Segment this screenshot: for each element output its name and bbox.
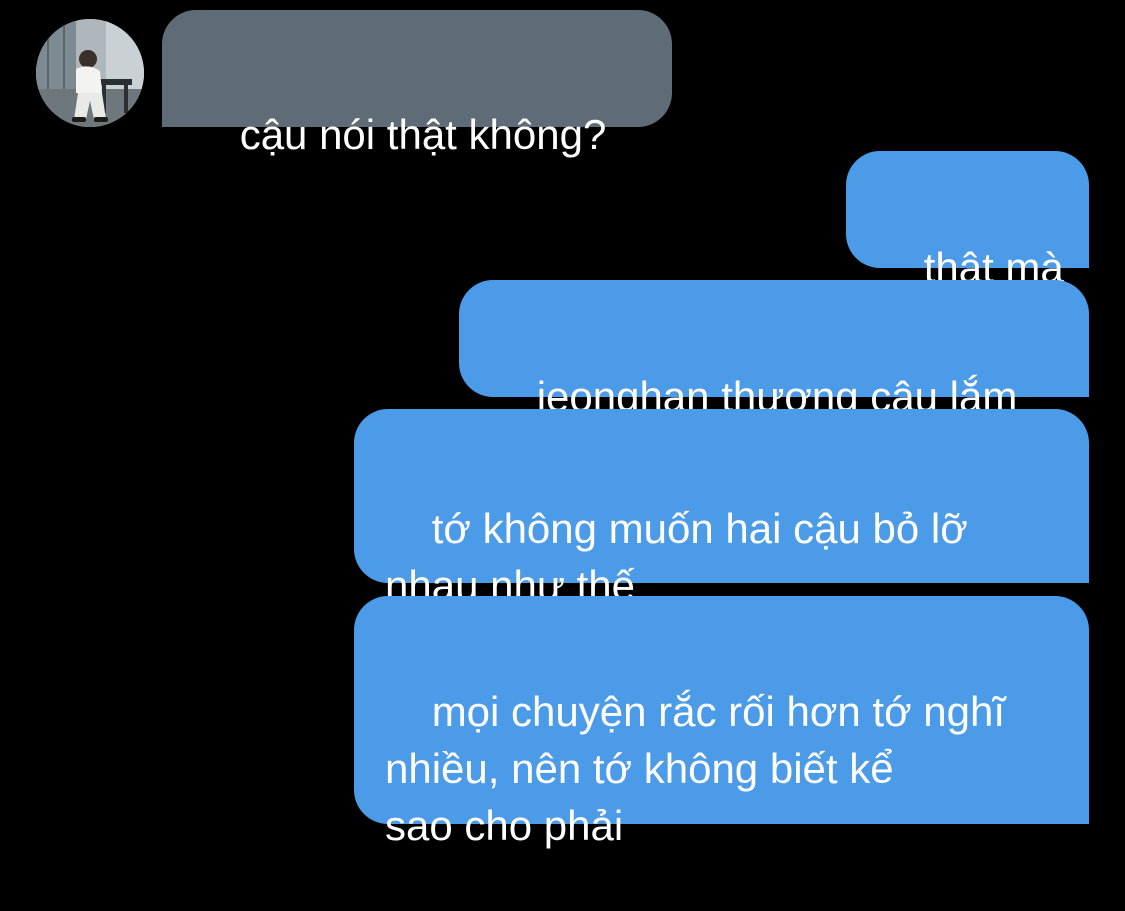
message-bubble-incoming[interactable]: cậu nói thật không? — [162, 10, 672, 158]
person-photo-icon — [36, 19, 144, 127]
message-text: mọi chuyện rắc rối hơn tớ nghĩ nhiều, nê… — [385, 688, 1006, 849]
message-bubble-outgoing[interactable]: thật mà — [846, 151, 1089, 291]
message-text: cậu nói thật không? — [239, 111, 607, 158]
message-bubble-outgoing[interactable]: mọi chuyện rắc rối hơn tớ nghĩ nhiều, nê… — [354, 596, 1089, 849]
avatar[interactable] — [36, 19, 144, 127]
message-bubble-outgoing[interactable]: jeonghan thương cậu lắm — [459, 280, 1089, 420]
message-bubble-outgoing[interactable]: tớ không muốn hai cậu bỏ lỡ nhau như thế — [354, 409, 1089, 609]
message-text: tớ không muốn hai cậu bỏ lỡ nhau như thế — [385, 505, 968, 609]
